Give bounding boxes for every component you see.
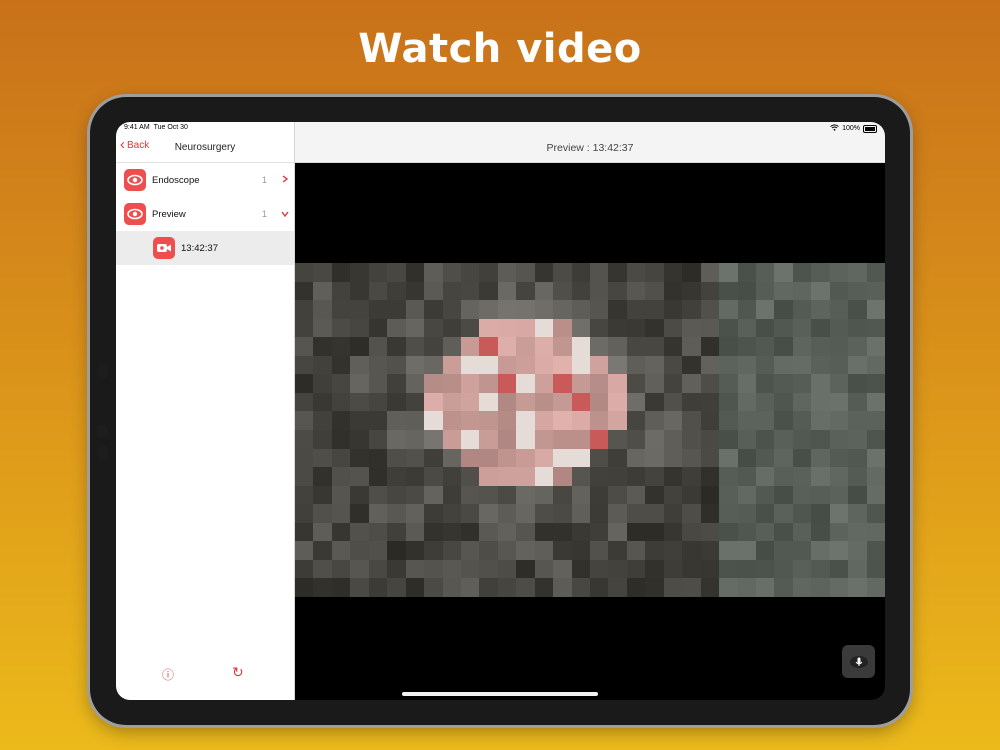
wifi-icon <box>830 124 839 133</box>
sidebar: 9:41 AM Tue Oct 30 ‹ Back Neurosurgery E… <box>116 122 295 700</box>
side-button <box>97 365 108 378</box>
battery-percent: 100% <box>842 125 860 132</box>
status-time: 9:41 AM <box>124 124 150 131</box>
chevron-right-icon <box>276 175 294 185</box>
status-bar-right: 100% <box>830 124 877 133</box>
list-item-recording[interactable]: 13:42:37 <box>116 231 294 265</box>
info-icon[interactable]: ⓘ <box>162 666 174 683</box>
chevron-down-icon <box>276 209 294 219</box>
eye-mic-icon <box>849 655 868 668</box>
status-date: Tue Oct 30 <box>153 124 188 131</box>
page-title: Preview : 13:42:37 <box>546 142 634 154</box>
eye-icon <box>124 169 146 191</box>
video-camera-icon <box>153 237 175 259</box>
home-indicator <box>402 692 598 696</box>
list-item-count: 1 <box>262 175 268 185</box>
sidebar-title: Neurosurgery <box>174 142 236 153</box>
main-navbar: 100% Preview : 13:42:37 <box>295 122 885 163</box>
mic-button[interactable] <box>842 645 875 678</box>
list-item-endoscope[interactable]: Endoscope 1 <box>116 163 294 197</box>
sidebar-navbar: ‹ Back Neurosurgery <box>116 134 294 163</box>
list-item-preview[interactable]: Preview 1 <box>116 197 294 231</box>
eye-icon <box>124 203 146 225</box>
list-item-label: 13:42:37 <box>181 242 218 254</box>
side-button <box>97 425 108 438</box>
refresh-icon[interactable]: ↻ <box>232 664 244 681</box>
side-button <box>97 446 108 459</box>
video-player[interactable] <box>295 263 885 597</box>
list-item-count: 1 <box>262 209 268 219</box>
headline: Watch video <box>358 26 642 72</box>
sidebar-footer: ⓘ ↻ <box>116 658 294 688</box>
status-bar-left: 9:41 AM Tue Oct 30 <box>124 124 188 131</box>
list-item-label: Preview <box>152 208 186 220</box>
ipad-screen: 9:41 AM Tue Oct 30 ‹ Back Neurosurgery E… <box>116 122 885 700</box>
list-item-label: Endoscope <box>152 174 200 186</box>
battery-icon <box>863 124 877 133</box>
